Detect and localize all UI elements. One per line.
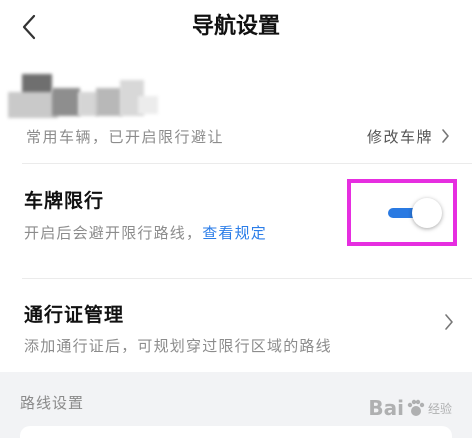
chevron-right-icon bbox=[444, 313, 454, 335]
pass-management-description: 添加通行证后，可规划穿过限行区域的路线 bbox=[24, 337, 332, 355]
license-plate-image bbox=[8, 68, 158, 124]
car-status-text: 常用车辆，已开启限行避让 bbox=[26, 128, 225, 146]
restriction-desc-text: 开启后会避开限行路线， bbox=[24, 224, 203, 242]
restriction-title: 车牌限行 bbox=[24, 190, 105, 212]
baidu-watermark: Bai 经验 bbox=[368, 396, 452, 420]
pass-management-title: 通行证管理 bbox=[24, 304, 125, 326]
divider bbox=[22, 163, 472, 164]
watermark-brand: Bai bbox=[368, 396, 404, 420]
modify-plate-button[interactable]: 修改车牌 bbox=[367, 124, 450, 148]
page-title: 导航设置 bbox=[191, 14, 280, 39]
toggle-knob bbox=[412, 198, 442, 228]
restriction-description: 开启后会避开限行路线，查看规定 bbox=[24, 222, 267, 243]
modify-plate-label: 修改车牌 bbox=[366, 127, 433, 146]
paw-icon bbox=[407, 399, 425, 416]
route-settings-card bbox=[20, 426, 452, 446]
chevron-right-icon bbox=[442, 129, 449, 143]
view-rules-link[interactable]: 查看规定 bbox=[202, 224, 267, 242]
restriction-toggle[interactable] bbox=[388, 198, 442, 228]
route-settings-header: 路线设置 bbox=[20, 394, 85, 412]
watermark-brand2: 经验 bbox=[427, 401, 452, 416]
divider bbox=[22, 278, 472, 279]
